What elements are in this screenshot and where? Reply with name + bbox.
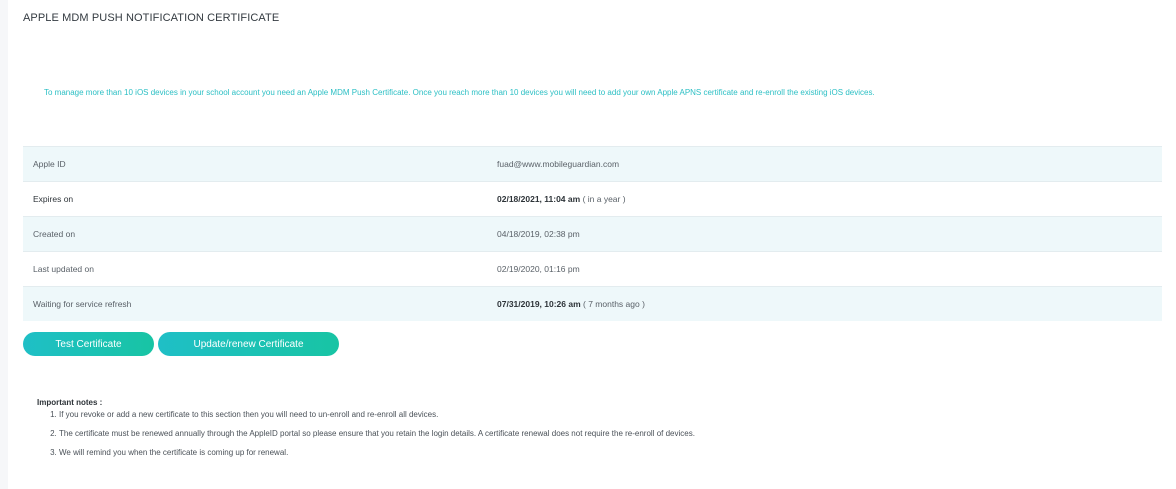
row-value: 02/18/2021, 11:04 am ( in a year ) (497, 194, 626, 204)
row-label: Waiting for service refresh (33, 299, 132, 309)
expires-on-note: ( in a year ) (582, 194, 626, 204)
table-row-created-on: Created on 04/18/2019, 02:38 pm (23, 216, 1162, 251)
notes-list: If you revoke or add a new certificate t… (37, 410, 695, 458)
list-item: If you revoke or add a new certificate t… (59, 410, 695, 420)
row-label: Expires on (33, 194, 74, 204)
update-renew-certificate-button[interactable]: Update/renew Certificate (158, 332, 339, 356)
service-refresh-note: ( 7 months ago ) (583, 299, 645, 309)
last-updated-value: 02/19/2020, 01:16 pm (497, 264, 580, 274)
table-row-service-refresh: Waiting for service refresh 07/31/2019, … (23, 286, 1162, 321)
row-value: 02/19/2020, 01:16 pm (497, 264, 580, 274)
page-title: APPLE MDM PUSH NOTIFICATION CERTIFICATE (23, 12, 280, 24)
row-label: Last updated on (33, 264, 94, 274)
list-item: We will remind you when the certificate … (59, 448, 695, 458)
certificate-details-table: Apple ID fuad@www.mobileguardian.com Exp… (23, 146, 1162, 321)
row-value: 04/18/2019, 02:38 pm (497, 229, 580, 239)
table-row-last-updated: Last updated on 02/19/2020, 01:16 pm (23, 251, 1162, 286)
list-item: The certificate must be renewed annually… (59, 429, 695, 439)
apple-id-value: fuad@www.mobileguardian.com (497, 159, 620, 169)
notes-heading: Important notes : (37, 398, 103, 407)
certificate-panel: APPLE MDM PUSH NOTIFICATION CERTIFICATE … (8, 0, 1176, 489)
info-text: To manage more than 10 iOS devices in yo… (44, 88, 875, 97)
row-label: Apple ID (33, 159, 66, 169)
table-row-expires-on: Expires on 02/18/2021, 11:04 am ( in a y… (23, 181, 1162, 216)
table-row-apple-id: Apple ID fuad@www.mobileguardian.com (23, 146, 1162, 181)
row-value: 07/31/2019, 10:26 am ( 7 months ago ) (497, 299, 645, 309)
created-on-value: 04/18/2019, 02:38 pm (497, 229, 580, 239)
important-notes: Important notes : If you revoke or add a… (37, 398, 695, 467)
service-refresh-value: 07/31/2019, 10:26 am (497, 299, 581, 309)
row-value: fuad@www.mobileguardian.com (497, 159, 619, 169)
row-label: Created on (33, 229, 76, 239)
action-buttons: Test Certificate Update/renew Certificat… (23, 332, 339, 356)
test-certificate-button[interactable]: Test Certificate (23, 332, 154, 356)
expires-on-value: 02/18/2021, 11:04 am (497, 194, 581, 204)
